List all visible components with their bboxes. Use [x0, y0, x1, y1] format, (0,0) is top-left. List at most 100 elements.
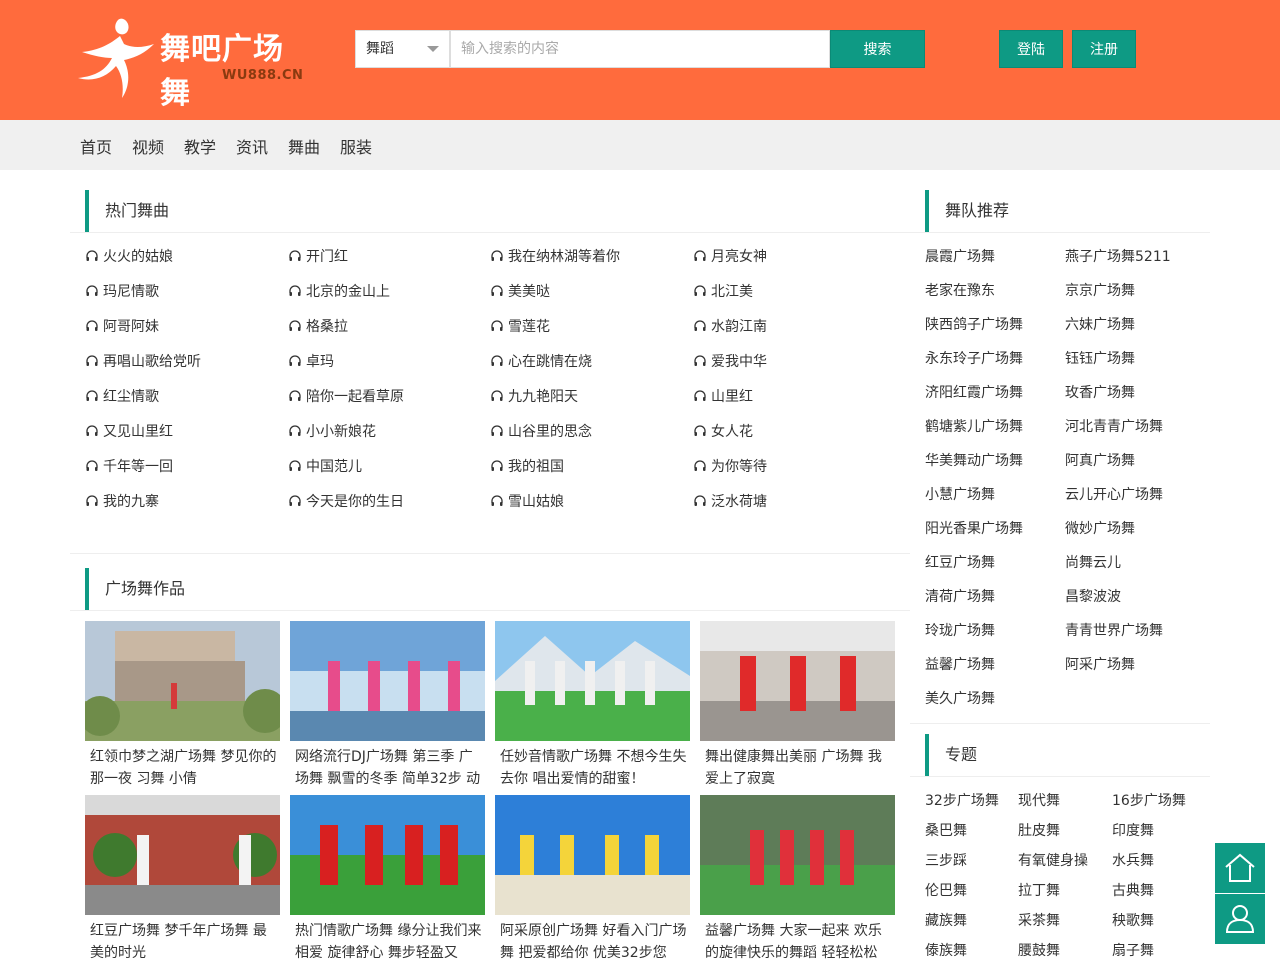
song-item[interactable]: 北江美: [693, 281, 753, 301]
topic-item[interactable]: 现代舞: [1018, 790, 1060, 810]
topic-item[interactable]: 桑巴舞: [925, 820, 967, 840]
song-item[interactable]: 阿哥阿妹: [85, 316, 159, 336]
team-item[interactable]: 玲珑广场舞: [925, 620, 995, 640]
video-thumbnail[interactable]: [700, 795, 895, 915]
team-item[interactable]: 阳光香果广场舞: [925, 518, 1023, 538]
topic-item[interactable]: 古典舞: [1112, 880, 1154, 900]
topic-item[interactable]: 16步广场舞: [1112, 790, 1186, 810]
topic-item[interactable]: 肚皮舞: [1018, 820, 1060, 840]
song-item[interactable]: 山谷里的思念: [490, 421, 592, 441]
team-item[interactable]: 鹤塘紫儿广场舞: [925, 416, 1023, 436]
login-button[interactable]: 登陆: [999, 30, 1063, 68]
topic-item[interactable]: 拉丁舞: [1018, 880, 1060, 900]
team-item[interactable]: 六妹广场舞: [1065, 314, 1135, 334]
song-item[interactable]: 卓玛: [288, 351, 334, 371]
song-item[interactable]: 雪山姑娘: [490, 491, 564, 511]
song-item[interactable]: 火火的姑娘: [85, 246, 173, 266]
search-input[interactable]: [450, 30, 830, 68]
user-float-button[interactable]: [1215, 894, 1265, 944]
team-item[interactable]: 晨霞广场舞: [925, 246, 995, 266]
song-item[interactable]: 开门红: [288, 246, 348, 266]
team-item[interactable]: 云儿开心广场舞: [1065, 484, 1163, 504]
team-item[interactable]: 燕子广场舞5211: [1065, 246, 1171, 266]
topic-item[interactable]: 扇子舞: [1112, 940, 1154, 960]
song-item[interactable]: 再唱山歌给党听: [85, 351, 201, 371]
search-category-select[interactable]: 舞蹈: [355, 30, 450, 68]
song-item[interactable]: 为你等待: [693, 456, 767, 476]
song-item[interactable]: 小小新娘花: [288, 421, 376, 441]
video-thumbnail[interactable]: [85, 795, 280, 915]
video-caption[interactable]: 阿采原创广场舞 好看入门广场舞 把爱都给你 优美32步您: [500, 920, 690, 964]
team-item[interactable]: 青青世界广场舞: [1065, 620, 1163, 640]
video-thumbnail[interactable]: [290, 621, 485, 741]
topic-item[interactable]: 腰鼓舞: [1018, 940, 1060, 960]
nav-item-music[interactable]: 舞曲: [288, 134, 320, 158]
team-item[interactable]: 益馨广场舞: [925, 654, 995, 674]
topic-item[interactable]: 32步广场舞: [925, 790, 999, 810]
song-item[interactable]: 千年等一回: [85, 456, 173, 476]
team-item[interactable]: 济阳红霞广场舞: [925, 382, 1023, 402]
team-item[interactable]: 昌黎波波: [1065, 586, 1121, 606]
song-item[interactable]: 水韵江南: [693, 316, 767, 336]
video-caption[interactable]: 红领巾梦之湖广场舞 梦见你的那一夜 习舞 小倩: [90, 746, 280, 790]
song-item[interactable]: 我在纳林湖等着你: [490, 246, 620, 266]
video-caption[interactable]: 任妙音情歌广场舞 不想今生失去你 唱出爱情的甜蜜！: [500, 746, 690, 790]
topic-item[interactable]: 水兵舞: [1112, 850, 1154, 870]
song-item[interactable]: 北京的金山上: [288, 281, 390, 301]
song-item[interactable]: 格桑拉: [288, 316, 348, 336]
song-item[interactable]: 又见山里红: [85, 421, 173, 441]
video-caption[interactable]: 红豆广场舞 梦千年广场舞 最美的时光: [90, 920, 280, 964]
song-item[interactable]: 我的祖国: [490, 456, 564, 476]
team-item[interactable]: 玫香广场舞: [1065, 382, 1135, 402]
video-caption[interactable]: 舞出健康舞出美丽 广场舞 我爱上了寂寞: [705, 746, 895, 790]
team-item[interactable]: 京京广场舞: [1065, 280, 1135, 300]
song-item[interactable]: 雪莲花: [490, 316, 550, 336]
topic-item[interactable]: 三步踩: [925, 850, 967, 870]
team-item[interactable]: 小慧广场舞: [925, 484, 995, 504]
song-item[interactable]: 中国范儿: [288, 456, 362, 476]
team-item[interactable]: 陕西鸽子广场舞: [925, 314, 1023, 334]
team-item[interactable]: 河北青青广场舞: [1065, 416, 1163, 436]
video-thumbnail[interactable]: [495, 795, 690, 915]
video-caption[interactable]: 网络流行DJ广场舞 第三季 广场舞 飘雪的冬季 简单32步 动: [295, 746, 485, 790]
team-item[interactable]: 美久广场舞: [925, 688, 995, 708]
song-item[interactable]: 我的九寨: [85, 491, 159, 511]
site-logo[interactable]: 舞吧广场舞 WU888.CN: [74, 14, 314, 111]
team-item[interactable]: 阿真广场舞: [1065, 450, 1135, 470]
topic-item[interactable]: 傣族舞: [925, 940, 967, 960]
team-item[interactable]: 尚舞云儿: [1065, 552, 1121, 572]
team-item[interactable]: 微妙广场舞: [1065, 518, 1135, 538]
team-item[interactable]: 红豆广场舞: [925, 552, 995, 572]
topic-item[interactable]: 印度舞: [1112, 820, 1154, 840]
song-item[interactable]: 心在跳情在烧: [490, 351, 592, 371]
topic-item[interactable]: 藏族舞: [925, 910, 967, 930]
video-thumbnail[interactable]: [700, 621, 895, 741]
song-item[interactable]: 月亮女神: [693, 246, 767, 266]
song-item[interactable]: 美美哒: [490, 281, 550, 301]
team-item[interactable]: 清荷广场舞: [925, 586, 995, 606]
team-item[interactable]: 老家在豫东: [925, 280, 995, 300]
song-item[interactable]: 爱我中华: [693, 351, 767, 371]
topic-item[interactable]: 有氧健身操: [1018, 850, 1088, 870]
topic-item[interactable]: 采茶舞: [1018, 910, 1060, 930]
team-item[interactable]: 钰钰广场舞: [1065, 348, 1135, 368]
song-item[interactable]: 山里红: [693, 386, 753, 406]
song-item[interactable]: 女人花: [693, 421, 753, 441]
home-float-button[interactable]: [1215, 843, 1265, 893]
song-item[interactable]: 玛尼情歌: [85, 281, 159, 301]
video-thumbnail[interactable]: [495, 621, 690, 741]
song-item[interactable]: 红尘情歌: [85, 386, 159, 406]
team-item[interactable]: 阿采广场舞: [1065, 654, 1135, 674]
song-item[interactable]: 今天是你的生日: [288, 491, 404, 511]
song-item[interactable]: 泛水荷塘: [693, 491, 767, 511]
song-item[interactable]: 陪你一起看草原: [288, 386, 404, 406]
topic-item[interactable]: 秧歌舞: [1112, 910, 1154, 930]
topic-item[interactable]: 伦巴舞: [925, 880, 967, 900]
nav-item-teaching[interactable]: 教学: [184, 134, 216, 158]
nav-item-clothing[interactable]: 服装: [340, 134, 372, 158]
nav-item-video[interactable]: 视频: [132, 134, 164, 158]
search-button[interactable]: 搜索: [830, 30, 925, 68]
video-caption[interactable]: 益馨广场舞 大家一起来 欢乐的旋律快乐的舞蹈 轻轻松松: [705, 920, 895, 964]
video-thumbnail[interactable]: [290, 795, 485, 915]
register-button[interactable]: 注册: [1072, 30, 1136, 68]
